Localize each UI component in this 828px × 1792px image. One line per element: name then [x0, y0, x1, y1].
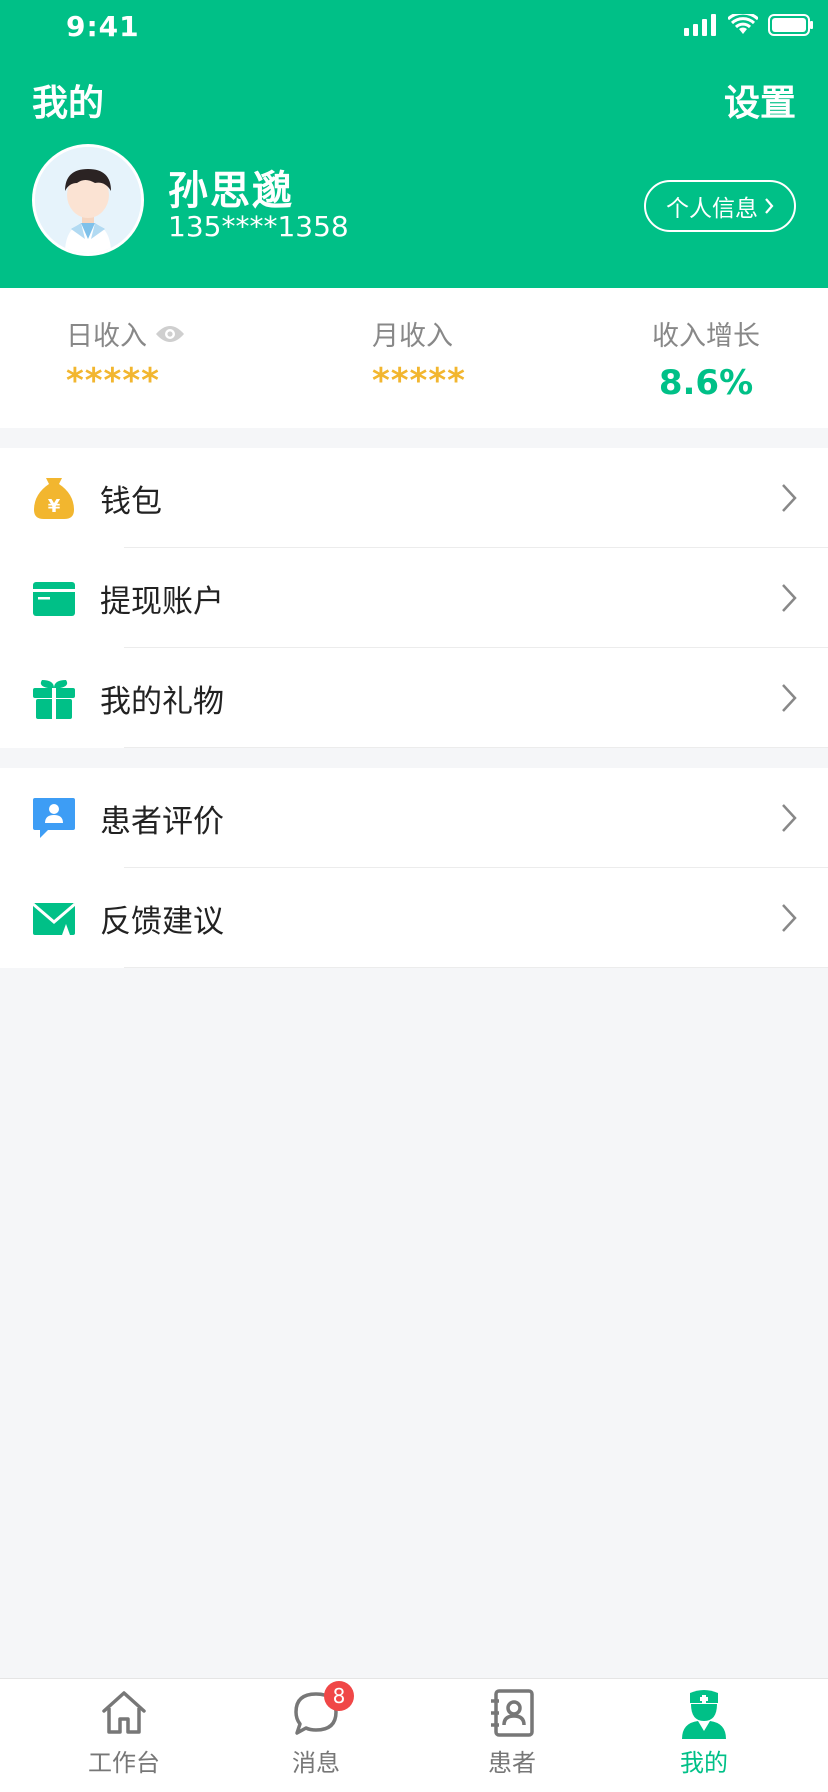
signal-icon	[684, 14, 716, 36]
chevron-right-icon	[765, 198, 774, 214]
stat-daily-income: 日收入 *****	[66, 314, 185, 401]
tab-workbench[interactable]: 工作台	[64, 1687, 184, 1778]
stat-value: *****	[66, 361, 160, 401]
stat-income-growth: 收入增长 8.6%	[652, 314, 760, 403]
profile-header: 9:41 我的 设置 孙思邈 135****1358 个人信息	[0, 0, 828, 288]
chevron-right-icon	[782, 484, 797, 512]
unread-badge: 8	[324, 1681, 354, 1711]
tab-messages[interactable]: 8 消息	[256, 1681, 376, 1778]
profile-info-button[interactable]: 个人信息	[644, 180, 796, 232]
status-time: 9:41	[66, 10, 140, 43]
status-bar: 9:41	[0, 0, 828, 52]
chevron-right-icon	[782, 904, 797, 932]
gift-icon	[33, 680, 75, 719]
menu-item-patient-reviews[interactable]: 患者评价	[0, 768, 828, 868]
stat-value: 8.6%	[658, 363, 754, 403]
menu-item-withdraw-account[interactable]: 提现账户	[0, 548, 828, 648]
divider	[124, 747, 828, 748]
user-name: 孙思邈	[168, 168, 294, 214]
mail-icon	[32, 902, 76, 935]
divider	[124, 967, 828, 968]
wifi-icon	[728, 14, 758, 34]
tab-label: 我的	[680, 1749, 728, 1777]
user-phone: 135****1358	[168, 210, 349, 243]
review-icon	[33, 798, 75, 838]
wallet-bag-icon: ¥	[34, 478, 74, 519]
menu-item-my-gifts[interactable]: 我的礼物	[0, 648, 828, 748]
settings-link[interactable]: 设置	[724, 74, 796, 126]
eye-icon[interactable]	[155, 324, 185, 344]
tab-patients[interactable]: 患者	[452, 1687, 572, 1778]
home-icon	[102, 1691, 146, 1734]
menu-group-finance: ¥ 钱包 提现账户 我的礼物	[0, 448, 828, 748]
tab-label: 患者	[488, 1749, 536, 1777]
income-stats: 日收入 ***** 月收入 ***** 收入增长 8.6%	[0, 288, 828, 428]
doctor-avatar-icon	[35, 147, 141, 253]
tab-label: 消息	[292, 1749, 340, 1777]
battery-icon	[768, 14, 813, 36]
menu-label: 患者评价	[100, 803, 224, 840]
card-icon	[33, 582, 75, 616]
menu-label: 我的礼物	[100, 683, 224, 720]
doctor-icon	[682, 1690, 726, 1739]
svg-text:¥: ¥	[48, 496, 61, 517]
chevron-right-icon	[782, 684, 797, 712]
profile-info-label: 个人信息	[666, 196, 758, 222]
avatar[interactable]	[32, 144, 144, 256]
stat-label: 月收入	[372, 321, 453, 352]
tab-bar: 工作台 8 消息 患者 我的	[0, 1678, 828, 1792]
menu-label: 提现账户	[100, 583, 224, 620]
menu-item-wallet[interactable]: ¥ 钱包	[0, 448, 828, 548]
menu-group-feedback: 患者评价 反馈建议	[0, 768, 828, 968]
stat-monthly-income: 月收入 *****	[372, 314, 466, 401]
contacts-icon	[491, 1689, 534, 1737]
tab-mine[interactable]: 我的	[644, 1687, 764, 1778]
tab-label: 工作台	[88, 1749, 160, 1777]
chevron-right-icon	[782, 804, 797, 832]
menu-item-feedback[interactable]: 反馈建议	[0, 868, 828, 968]
chevron-right-icon	[782, 584, 797, 612]
page-title: 我的	[32, 83, 105, 124]
stat-label: 日收入	[66, 321, 147, 352]
menu-label: 反馈建议	[100, 903, 224, 940]
stat-value: *****	[372, 361, 466, 401]
status-icons	[684, 14, 814, 36]
menu-label: 钱包	[100, 483, 162, 520]
stat-label: 收入增长	[652, 321, 760, 352]
